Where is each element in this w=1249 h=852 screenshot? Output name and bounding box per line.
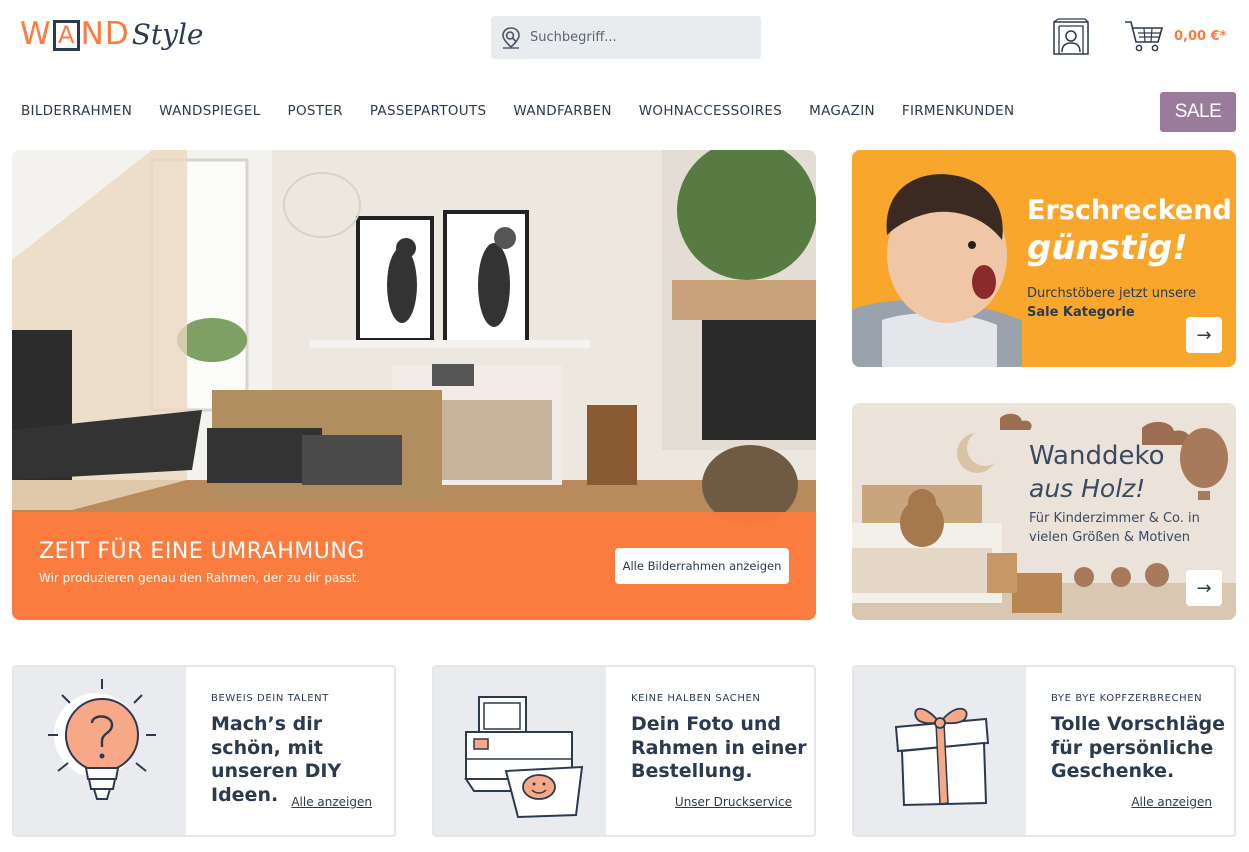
main-navigation: BILDERRAHMEN WANDSPIEGEL POSTER PASSEPAR… [21, 103, 1041, 119]
wood-banner-arrow-button[interactable]: → [1186, 570, 1222, 606]
logo-letters-nd: ND [80, 16, 130, 52]
lightbulb-icon [48, 679, 156, 800]
search-input[interactable] [530, 30, 740, 45]
card-title: Mach’s dir schön, mit unseren DIY Ideen. [211, 713, 342, 806]
hero-subtitle: Wir produzieren genau den Rahmen, der zu… [39, 571, 361, 585]
sale-banner-text-bold: Sale Kategorie [1027, 305, 1135, 320]
card-link[interactable]: Alle anzeigen [291, 795, 372, 809]
feature-card-diy[interactable]: BEWEIS DEIN TALENT Mach’s dir schön, mit… [12, 665, 396, 837]
sale-banner-text: Durchstöbere jetzt unsere Sale Kategorie [1027, 284, 1207, 322]
sale-banner-title-line2: günstig! [1027, 228, 1188, 268]
surprised-child-image [852, 174, 1022, 367]
sale-banner-text-plain: Durchstöbere jetzt unsere [1027, 286, 1197, 301]
sale-banner-arrow-button[interactable]: → [1186, 317, 1222, 353]
card-image-box [854, 667, 1026, 835]
card-kicker: BEWEIS DEIN TALENT [211, 693, 329, 704]
nav-item-bilderrahmen[interactable]: BILDERRAHMEN [21, 103, 132, 119]
nav-item-firmenkunden[interactable]: FIRMENKUNDEN [902, 103, 1015, 119]
logo-letter-a: A [57, 20, 75, 49]
nav-item-passepartouts[interactable]: PASSEPARTOUTS [370, 103, 487, 119]
nav-item-poster[interactable]: POSTER [288, 103, 343, 119]
account-icon[interactable] [1049, 16, 1093, 56]
feature-card-gifts[interactable]: BYE BYE KOPFZERBRECHEN Tolle Vorschläge … [852, 665, 1236, 837]
search-icon [502, 26, 520, 49]
sale-banner-title-line1: Erschreckend [1027, 195, 1232, 226]
card-image-box [14, 667, 186, 835]
card-title: Dein Foto und Rahmen in einer Bestellung… [631, 713, 807, 782]
gift-icon [894, 707, 990, 807]
card-title: Tolle Vorschläge für persönliche Geschen… [1051, 713, 1226, 782]
wood-banner-title-line2: aus Holz! [1029, 474, 1146, 503]
nav-item-magazin[interactable]: MAGAZIN [809, 103, 875, 119]
card-kicker: KEINE HALBEN SACHEN [631, 693, 761, 704]
nav-item-wandfarben[interactable]: WANDFARBEN [513, 103, 611, 119]
cart-button[interactable]: 0,00 €* [1124, 18, 1226, 54]
hero-cta-button[interactable]: Alle Bilderrahmen anzeigen [615, 548, 789, 584]
search-bar[interactable] [491, 16, 761, 59]
cart-total: 0,00 €* [1174, 28, 1227, 44]
arrow-right-icon: → [1196, 577, 1212, 599]
card-link[interactable]: Alle anzeigen [1131, 795, 1212, 809]
card-image-box [434, 667, 606, 835]
card-kicker: BYE BYE KOPFZERBRECHEN [1051, 693, 1203, 704]
wood-banner-text: Für Kinderzimmer & Co. in vielen Größen … [1029, 511, 1200, 545]
nav-item-wandspiegel[interactable]: WANDSPIEGEL [159, 103, 260, 119]
brand-logo[interactable]: W A ND Style [20, 16, 204, 52]
sale-button[interactable]: SALE [1160, 92, 1236, 132]
cart-icon [1125, 21, 1164, 52]
logo-letter-w: W [20, 16, 52, 52]
card-link[interactable]: Unser Druckservice [675, 795, 792, 809]
logo-frame-a: A [52, 19, 80, 51]
hero-title: ZEIT FÜR EINE UMRAHMUNG [39, 539, 365, 564]
sale-banner[interactable]: Erschreckend günstig! Durchstöbere jetzt… [852, 150, 1236, 367]
nav-item-wohnaccessoires[interactable]: WOHNACCESSOIRES [639, 103, 782, 119]
wood-banner-title-line1: Wanddeko [1029, 441, 1165, 471]
logo-style-text: Style [131, 17, 204, 51]
printer-icon [464, 696, 584, 819]
arrow-right-icon: → [1196, 324, 1212, 346]
wood-decor-banner[interactable]: Wanddeko aus Holz! Für Kinderzimmer & Co… [852, 403, 1236, 620]
feature-card-print-service[interactable]: KEINE HALBEN SACHEN Dein Foto und Rahmen… [432, 665, 816, 837]
hero-banner[interactable]: ZEIT FÜR EINE UMRAHMUNG Wir produzieren … [12, 150, 816, 620]
